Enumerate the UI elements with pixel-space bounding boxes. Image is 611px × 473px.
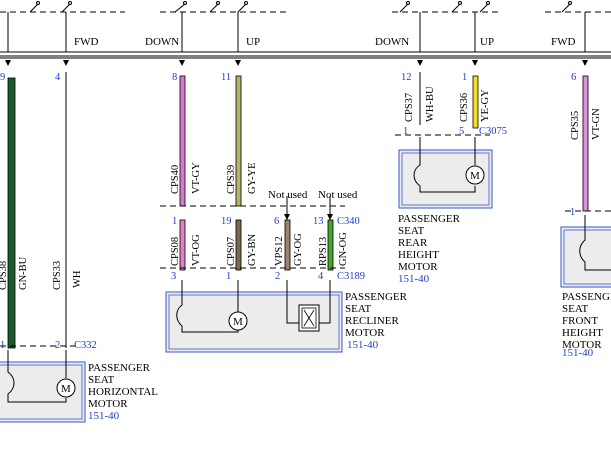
not-used-label-1: Not used xyxy=(268,189,308,201)
pin-2-horiz: 2 xyxy=(55,340,60,351)
pin-arrows xyxy=(5,60,588,66)
wire-color-wh-bu: WH-BU xyxy=(425,86,436,122)
rear-height-motor: M PASSENGER SEAT REAR HEIGHT MOTOR 151-4… xyxy=(398,137,493,285)
motor-symbol: M xyxy=(61,383,71,395)
circuit-cps07: CPS07 xyxy=(226,237,237,266)
wiring-diagram: FWD DOWN UP DOWN UP FWD 9 4 8 11 12 1 6 xyxy=(0,1,611,423)
pin-4: 4 xyxy=(55,72,61,83)
pin-1-up: 1 xyxy=(462,72,467,83)
pin-9: 9 xyxy=(0,72,5,83)
circuit-vps12: VPS12 xyxy=(274,236,285,266)
wire-color-vt-gn: VT-GN xyxy=(591,108,602,140)
circuit-cps37: CPS37 xyxy=(404,93,415,122)
connector-c332: C332 xyxy=(74,340,97,351)
circuit-cps40: CPS40 xyxy=(170,165,181,194)
front-height-line4: HEIGHT xyxy=(562,327,603,339)
recliner-line4: MOTOR xyxy=(345,327,385,339)
connector-c340: C340 xyxy=(337,216,360,227)
rear-height-line1: PASSENGER xyxy=(398,213,461,225)
rear-height-line3: REAR xyxy=(398,237,428,249)
recliner-line3: RECLINER xyxy=(345,315,399,327)
pin-1-front: 1 xyxy=(570,207,575,218)
circuit-cps36: CPS36 xyxy=(459,93,470,122)
circuit-labels: CPS38 GN-BU CPS33 WH CPS40 VT-GY CPS39 G… xyxy=(0,86,602,290)
switch-label-fwd-right: FWD xyxy=(551,36,576,48)
horizontal-line2: SEAT xyxy=(88,374,115,386)
circuit-cps33: CPS33 xyxy=(52,261,63,290)
switch-label-up-2: UP xyxy=(480,36,494,48)
horizontal-motor: M PASSENGER SEAT HORIZONTAL MOTOR 151-40 xyxy=(0,350,158,423)
pin-11: 11 xyxy=(221,72,231,83)
front-height-line3: FRONT xyxy=(562,315,598,327)
horizontal-line1: PASSENGER xyxy=(88,362,151,374)
switch-label-down-1: DOWN xyxy=(145,36,179,48)
rear-height-line5: MOTOR xyxy=(398,261,438,273)
wire-color-gy-bn: GY-BN xyxy=(247,233,258,266)
pin-6: 6 xyxy=(274,216,279,227)
pin-3: 3 xyxy=(171,271,176,282)
pin-13: 13 xyxy=(313,216,324,227)
wire-color-gy-ye: GY-YE xyxy=(247,163,258,195)
pin-19: 19 xyxy=(221,216,232,227)
switch-label-fwd-left: FWD xyxy=(74,36,99,48)
wire-color-vt-og: VT-OG xyxy=(191,234,202,266)
circuit-cps39: CPS39 xyxy=(226,165,237,194)
wire-color-gy-og: GY-OG xyxy=(293,233,304,266)
front-height-line1: PASSENGER xyxy=(562,291,611,303)
connector-c3075: C3075 xyxy=(479,126,507,137)
horizontal-line4: MOTOR xyxy=(88,398,128,410)
horizontal-line3: HORIZONTAL xyxy=(88,386,158,398)
rear-height-line2: SEAT xyxy=(398,225,425,237)
pin-8: 8 xyxy=(172,72,177,83)
wire-color-gn-bu: GN-BU xyxy=(18,256,29,290)
recliner-line1: PASSENGER xyxy=(345,291,408,303)
circuit-cps35: CPS35 xyxy=(570,111,581,140)
pin-1-cps08: 1 xyxy=(172,216,177,227)
motor-symbol: M xyxy=(470,170,480,182)
pin-4-recl: 4 xyxy=(318,271,324,282)
front-height-motor: PASSENGER SEAT FRONT HEIGHT MOTOR 151-40 xyxy=(560,215,611,359)
front-height-line2: SEAT xyxy=(562,303,589,315)
motor-symbol: M xyxy=(233,316,243,328)
recliner-ref: 151-40 xyxy=(347,339,379,351)
pin-2-recl: 2 xyxy=(275,271,280,282)
front-height-ref: 151-40 xyxy=(562,347,594,359)
connector-c3189: C3189 xyxy=(337,271,365,282)
pin-1-recl: 1 xyxy=(226,271,231,282)
wire-color-gn-og: GN-OG xyxy=(338,232,349,266)
pin-5-rear: 5 xyxy=(459,126,464,137)
horizontal-ref: 151-40 xyxy=(88,410,120,422)
pin-1-horiz: 1 xyxy=(0,340,5,351)
rear-height-ref: 151-40 xyxy=(398,273,430,285)
switch-label-down-2: DOWN xyxy=(375,36,409,48)
recliner-motor: M PASSENGER SEAT RECLINER MOTOR 151-40 xyxy=(165,280,408,353)
circuit-cps08: CPS08 xyxy=(170,237,181,266)
circuit-rps13: RPS13 xyxy=(318,237,329,266)
pin-12: 12 xyxy=(401,72,412,83)
not-used-label-2: Not used xyxy=(318,189,358,201)
pin-1-rear: 1 xyxy=(403,126,408,137)
recliner-line2: SEAT xyxy=(345,303,372,315)
circuit-cps38: CPS38 xyxy=(0,261,9,290)
rear-height-line4: HEIGHT xyxy=(398,249,439,261)
switch-block: FWD DOWN UP DOWN UP FWD xyxy=(0,1,611,66)
switch-label-up-1: UP xyxy=(246,36,260,48)
wire-color-vt-gy: VT-GY xyxy=(191,162,202,194)
wire-color-ye-gy: YE-GY xyxy=(480,89,491,122)
pin-6-fwd: 6 xyxy=(571,72,576,83)
wire-color-wh: WH xyxy=(72,270,83,288)
